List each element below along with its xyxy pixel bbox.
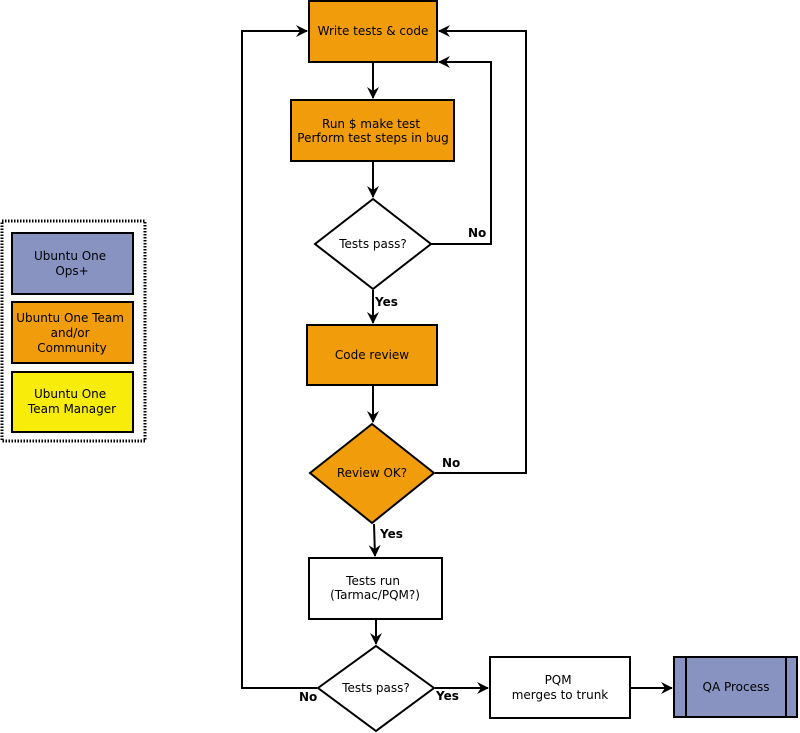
code-review-label: Code review: [335, 348, 409, 362]
legend-item-team: Ubuntu One Team and/or Community: [11, 301, 134, 364]
tests-pass-1-label: Tests pass?: [338, 237, 407, 251]
qa-process-label: QA Process: [703, 680, 770, 694]
label-yes-1: Yes: [374, 295, 398, 309]
label-no-1: No: [468, 226, 486, 240]
label-no-2: No: [442, 456, 460, 470]
label-no-3: No: [299, 690, 317, 704]
node-run-make-test: Run $ make test Perform test steps in bu…: [290, 99, 455, 162]
node-review-ok: Review OK?: [308, 422, 436, 525]
node-tests-run: Tests run (Tarmac/PQM?): [308, 557, 443, 620]
legend-label-manager: Ubuntu One Team Manager: [27, 387, 116, 416]
write-tests-label: Write tests & code: [318, 24, 429, 38]
label-yes-2: Yes: [379, 527, 403, 541]
node-write-tests-code: Write tests & code: [308, 0, 438, 63]
node-pqm: PQM merges to trunk: [489, 656, 631, 719]
node-code-review: Code review: [306, 324, 438, 386]
label-yes-3: Yes: [435, 689, 459, 703]
node-qa-process: QA Process: [673, 656, 798, 718]
legend-item-manager: Ubuntu One Team Manager: [11, 371, 134, 433]
tests-pass-2-label: Tests pass?: [341, 681, 410, 695]
legend: Ubuntu One Ops+ Ubuntu One Team and/or C…: [0, 219, 147, 443]
legend-item-ops: Ubuntu One Ops+: [11, 232, 134, 295]
review-ok-label: Review OK?: [337, 466, 407, 480]
edge-review-ok-no: [435, 25, 527, 474]
flowchart: Ubuntu One Ops+ Ubuntu One Team and/or C…: [0, 0, 798, 733]
node-tests-pass-2: Tests pass?: [316, 644, 436, 733]
edge-review-ok-yes: [368, 523, 381, 557]
node-tests-pass-1: Tests pass?: [313, 197, 433, 291]
